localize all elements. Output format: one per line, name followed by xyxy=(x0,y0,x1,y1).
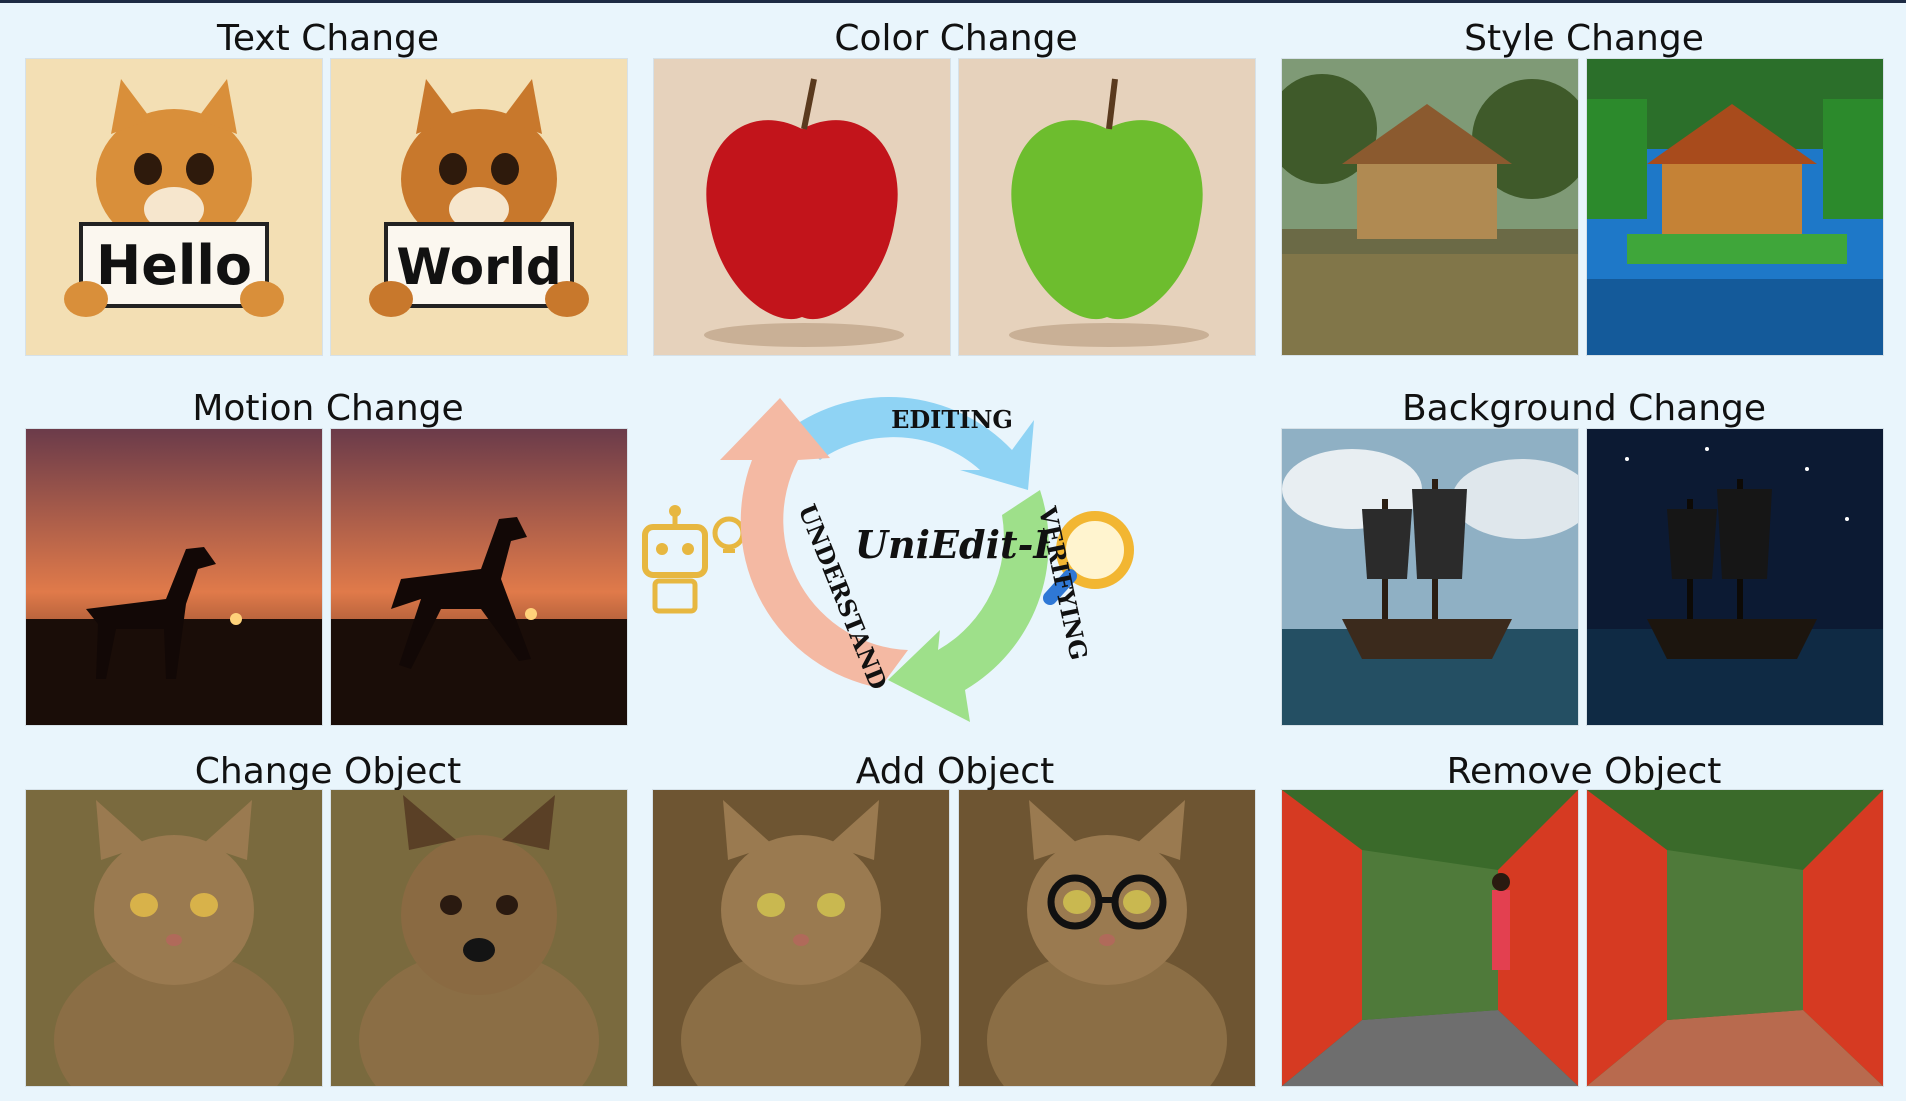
panel-title: Text Change xyxy=(216,18,440,59)
panel-add-object: Add Object xyxy=(653,747,1257,1092)
panel-title: Style Change xyxy=(1464,18,1704,59)
panel-color-change: Color Change xyxy=(654,14,1258,359)
before-image xyxy=(1282,59,1578,355)
after-image xyxy=(1587,790,1883,1086)
panel-title: Background Change xyxy=(1401,388,1767,429)
panel-title: Color Change xyxy=(834,18,1078,59)
before-image xyxy=(1282,790,1578,1086)
panel-remove-object: Remove Object xyxy=(1282,747,1886,1092)
sign-text: World xyxy=(396,238,561,296)
after-image xyxy=(959,59,1255,355)
cycle-center-label: UniEdit-I xyxy=(855,522,1052,567)
top-rule xyxy=(0,0,1906,3)
panel-background-change: Background Change xyxy=(1282,384,1886,729)
cycle-diagram: EDITING VERIFYING UNDERSTAND UniEdit-I xyxy=(620,350,1180,770)
cycle-step-label: EDITING xyxy=(891,405,1013,434)
after-image: World xyxy=(331,59,627,355)
before-image xyxy=(654,59,950,355)
before-image: Hello xyxy=(26,59,322,355)
after-image xyxy=(959,790,1255,1086)
after-image xyxy=(331,429,627,725)
before-image xyxy=(1282,429,1578,725)
sign-text: Hello xyxy=(96,234,252,297)
panel-change-object: Change Object xyxy=(26,747,630,1092)
panel-style-change: Style Change xyxy=(1282,14,1886,359)
robot-lightbulb-icon xyxy=(642,505,746,614)
before-image xyxy=(653,790,949,1086)
panel-text-change: Text Change Hello World xyxy=(26,14,630,359)
panel-motion-change: Motion Change xyxy=(26,384,630,729)
panel-title: Motion Change xyxy=(192,388,464,429)
before-image xyxy=(26,429,322,725)
after-image xyxy=(1587,429,1883,725)
before-image xyxy=(26,790,322,1086)
after-image xyxy=(1587,59,1883,355)
after-image xyxy=(331,790,627,1086)
